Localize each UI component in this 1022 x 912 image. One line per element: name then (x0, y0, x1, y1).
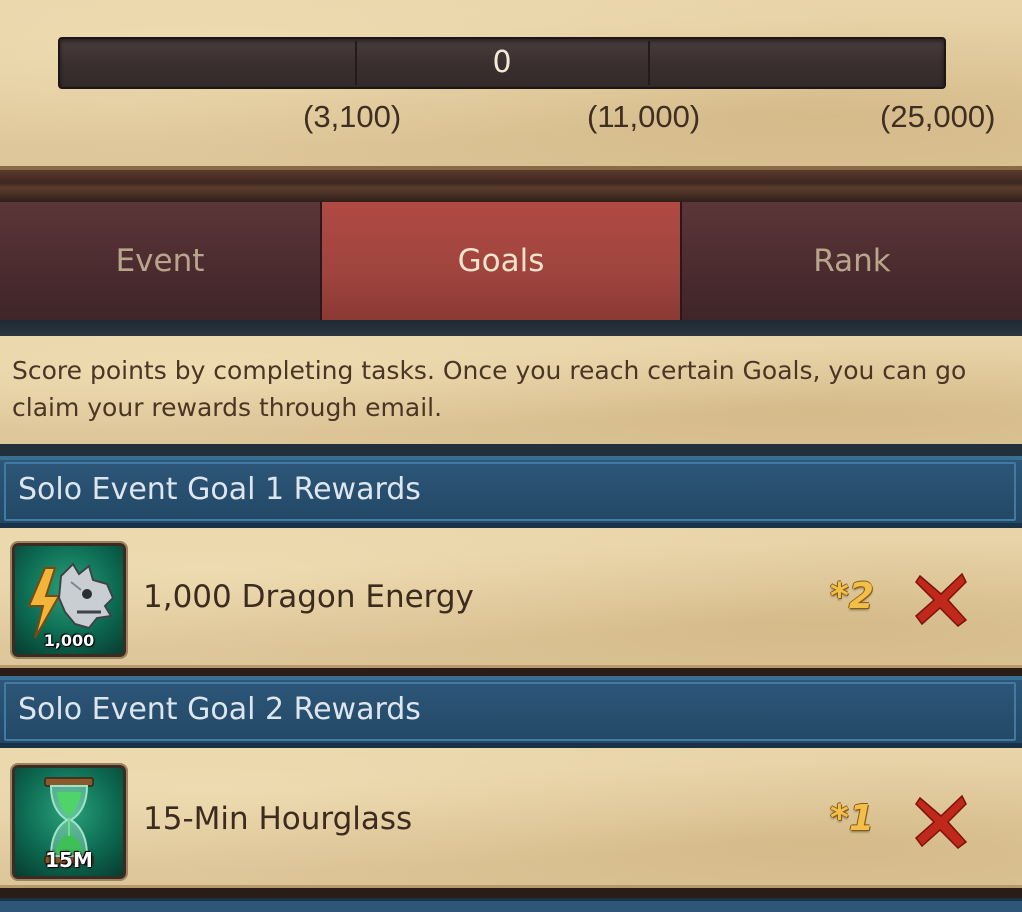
milestone-3-label: (25,000) (880, 99, 996, 134)
goal-1-reward-multiplier: *2 (830, 576, 874, 617)
dragon-energy-icon[interactable]: 1,000 (12, 543, 126, 657)
tab-bar: Event Goals Rank (0, 202, 1022, 320)
tab-rank[interactable]: Rank (682, 202, 1022, 320)
current-score: 0 (492, 45, 512, 80)
reward-quantity-label: 1,000 (43, 631, 95, 650)
not-claimed-x-icon (914, 572, 968, 627)
tabs-divider (0, 320, 1022, 336)
tab-rank-label: Rank (813, 243, 891, 279)
reward-quantity-label: 15M (45, 848, 93, 872)
tab-goals-label: Goals (457, 243, 545, 279)
hourglass-icon[interactable]: 15M (12, 765, 126, 879)
goal-2-reward-row: 15M 15-Min Hourglass *1 (0, 748, 1022, 888)
goal-3-header-partial (0, 898, 1022, 912)
tab-event[interactable]: Event (0, 202, 322, 320)
goal-1-reward-name: 1,000 Dragon Energy (143, 579, 474, 615)
score-progress-bar: 0 (58, 37, 946, 89)
goals-description: Score points by completing tasks. Once y… (0, 336, 1022, 444)
tab-goals[interactable]: Goals (322, 202, 682, 320)
milestone-1-label: (3,100) (303, 99, 402, 134)
not-claimed-x-icon (914, 794, 968, 849)
goal-1-header: Solo Event Goal 1 Rewards (0, 456, 1022, 528)
goal-1-title: Solo Event Goal 1 Rewards (18, 472, 421, 507)
description-divider (0, 444, 1022, 456)
goal-2-title: Solo Event Goal 2 Rewards (18, 692, 421, 727)
panel-divider (0, 170, 1022, 202)
goal-1-reward-row: 1,000 1,000 Dragon Energy *2 (0, 528, 1022, 668)
tab-event-label: Event (115, 243, 205, 279)
milestone-2-label: (11,000) (587, 99, 701, 134)
goal-2-reward-multiplier: *1 (830, 798, 874, 839)
goal-2-header: Solo Event Goal 2 Rewards (0, 676, 1022, 748)
goal-2-reward-name: 15-Min Hourglass (143, 801, 413, 837)
score-progress-panel: 0 (3,100) (11,000) (25,000) (0, 0, 1022, 170)
